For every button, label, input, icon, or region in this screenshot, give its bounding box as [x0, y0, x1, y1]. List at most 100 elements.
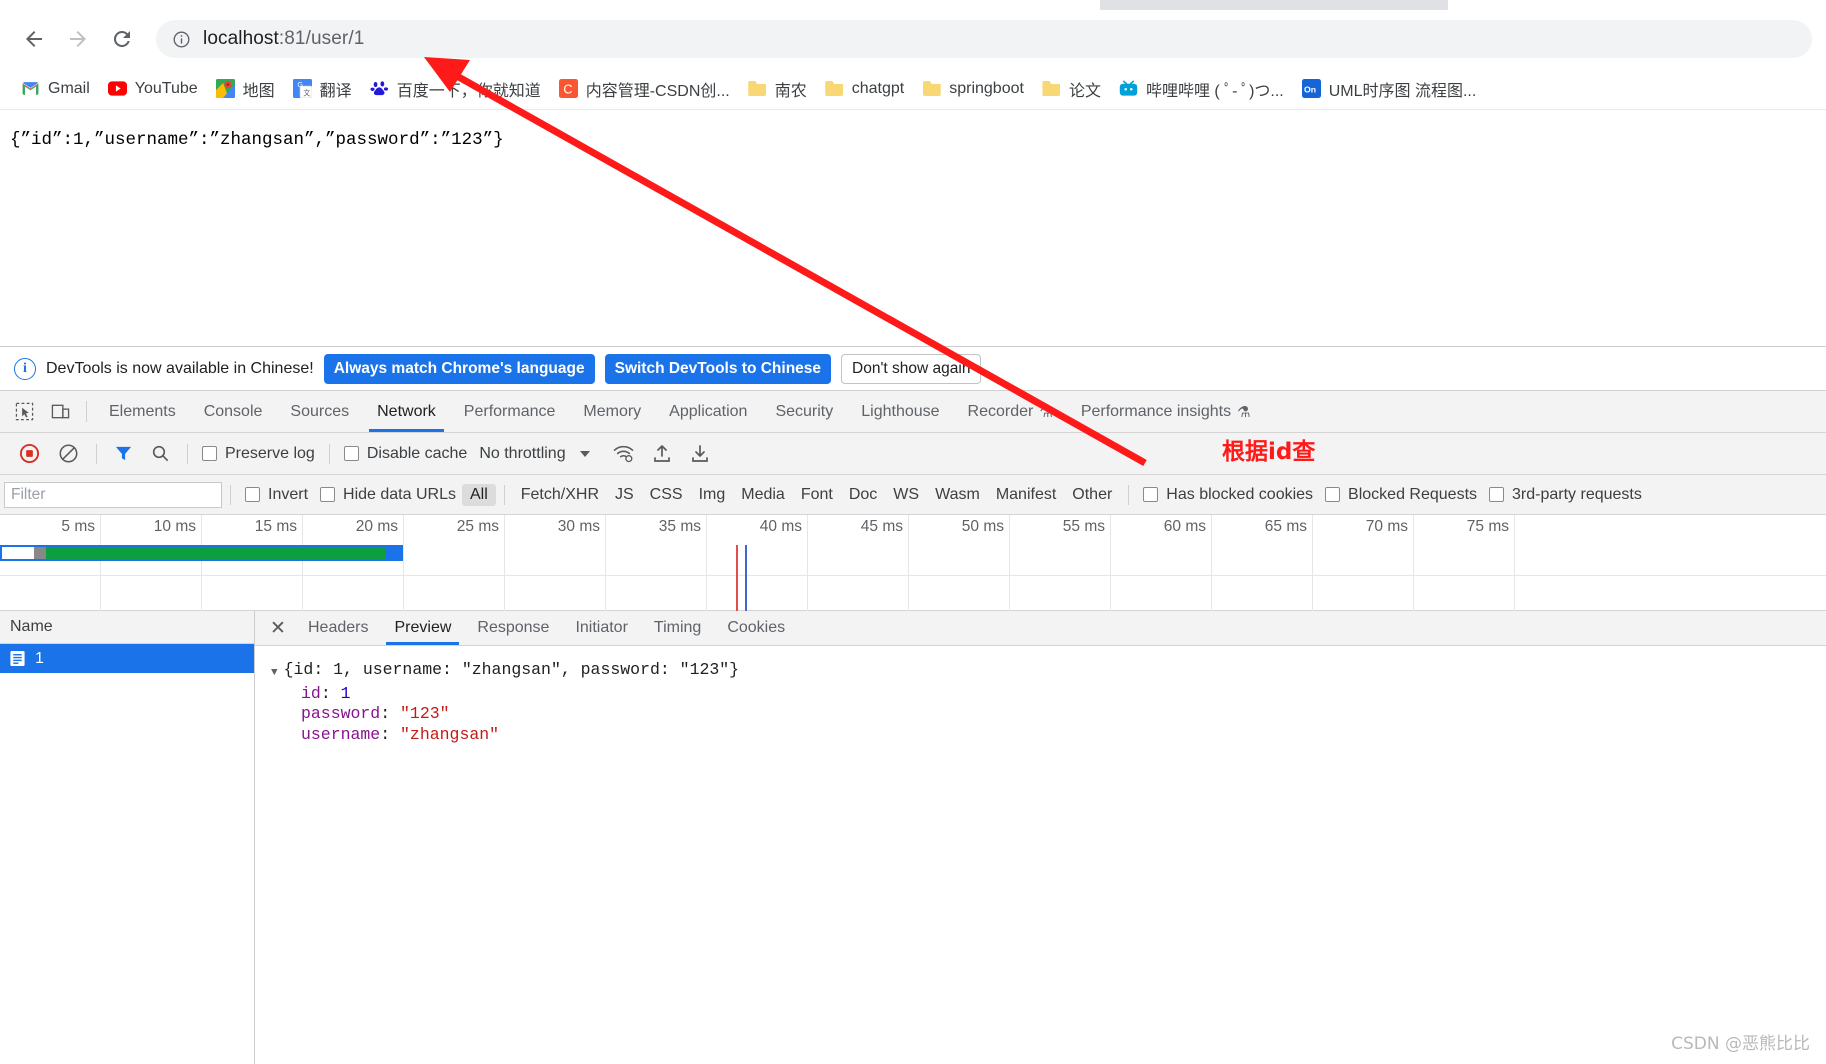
tab-label: Elements	[109, 402, 176, 420]
back-button[interactable]	[14, 19, 54, 59]
bookmark-folder-nannong[interactable]: 南农	[739, 74, 816, 104]
has-blocked-cookies-checkbox[interactable]: Has blocked cookies	[1137, 486, 1319, 504]
filter-type-font[interactable]: Font	[793, 484, 841, 506]
bookmark-gmail[interactable]: Gmail	[12, 74, 99, 104]
filter-type-css[interactable]: CSS	[642, 484, 691, 506]
timeline-tick-label: 55 ms	[1062, 518, 1105, 535]
experiment-flask-icon: ⚗	[1039, 403, 1053, 421]
dont-show-again-button[interactable]: Don't show again	[841, 353, 982, 384]
import-har-button[interactable]	[643, 444, 681, 464]
record-stop-button[interactable]	[10, 443, 49, 464]
search-button[interactable]	[142, 444, 179, 463]
bilibili-icon	[1119, 79, 1138, 98]
filter-type-ws[interactable]: WS	[885, 484, 927, 506]
filter-type-js[interactable]: JS	[607, 484, 642, 506]
network-conditions-button[interactable]	[604, 444, 643, 463]
tab-lighthouse[interactable]: Lighthouse	[847, 391, 953, 432]
tab-memory[interactable]: Memory	[569, 391, 655, 432]
detail-tab-timing[interactable]: Timing	[641, 611, 714, 645]
filter-input[interactable]	[4, 481, 222, 508]
blocked-requests-checkbox[interactable]: Blocked Requests	[1319, 486, 1483, 504]
folder-icon	[1042, 79, 1061, 98]
third-party-requests-checkbox[interactable]: 3rd-party requests	[1483, 486, 1648, 504]
tab-performance[interactable]: Performance	[450, 391, 570, 432]
detail-tab-response[interactable]: Response	[464, 611, 562, 645]
address-bar-text: localhost:81/user/1	[203, 28, 364, 50]
filterbar-divider	[230, 484, 231, 505]
bookmark-uml[interactable]: On UML时序图 流程图...	[1293, 74, 1486, 104]
detail-tab-cookies[interactable]: Cookies	[714, 611, 798, 645]
address-bar[interactable]: localhost:81/user/1	[156, 20, 1812, 58]
google-translate-icon: G文	[292, 79, 312, 98]
filter-type-all[interactable]: All	[461, 483, 496, 506]
detail-tab-preview[interactable]: Preview	[381, 611, 464, 645]
request-detail-tabs: ✕ Headers Preview Response Initiator Tim…	[255, 611, 1826, 646]
tab-console[interactable]: Console	[190, 391, 277, 432]
bookmark-maps[interactable]: 地图	[207, 74, 284, 104]
checkbox-label: Blocked Requests	[1348, 485, 1478, 503]
switch-devtools-to-chinese-button[interactable]: Switch DevTools to Chinese	[604, 353, 832, 384]
reload-button[interactable]	[102, 19, 142, 59]
always-match-language-button[interactable]: Always match Chrome's language	[323, 353, 595, 384]
on-icon: On	[1301, 79, 1321, 98]
network-overview-timeline[interactable]: 5 ms 10 ms 15 ms 20 ms 25 ms 30 ms 35 ms…	[0, 515, 1826, 611]
bookmark-bilibili[interactable]: 哔哩哔哩 ( ﾟ- ﾟ)つ...	[1110, 74, 1293, 104]
tab-label: Memory	[583, 402, 642, 420]
tab-sources[interactable]: Sources	[276, 391, 363, 432]
tab-elements[interactable]: Elements	[95, 391, 190, 432]
forward-button[interactable]	[58, 19, 98, 59]
json-tree-root[interactable]: ▼ {id: 1, username: "zhangsan", password:…	[271, 660, 1826, 684]
invert-checkbox[interactable]: Invert	[239, 486, 314, 504]
disable-cache-checkbox[interactable]: Disable cache	[338, 445, 474, 463]
filter-type-other[interactable]: Other	[1064, 484, 1120, 506]
experiment-flask-icon: ⚗	[1237, 403, 1251, 421]
bookmark-folder-lunwen[interactable]: 论文	[1033, 74, 1110, 104]
browser-tab-secondary[interactable]	[1448, 0, 1826, 10]
filter-type-doc[interactable]: Doc	[841, 484, 885, 506]
close-icon[interactable]: ✕	[261, 611, 295, 645]
json-value: "123"	[400, 704, 450, 723]
filter-type-media[interactable]: Media	[733, 484, 793, 506]
detail-tab-headers[interactable]: Headers	[295, 611, 381, 645]
filter-type-manifest[interactable]: Manifest	[988, 484, 1064, 506]
bookmark-youtube[interactable]: YouTube	[99, 74, 207, 104]
checkbox-label: Disable cache	[366, 444, 468, 462]
bookmark-baidu[interactable]: 百度一下，你就知道	[361, 74, 550, 104]
throttling-select[interactable]: No throttling	[473, 445, 565, 463]
export-har-button[interactable]	[681, 444, 719, 464]
url-path: :81/user/1	[278, 28, 365, 49]
baidu-icon	[370, 79, 389, 98]
devtools-language-notice: i DevTools is now available in Chinese! …	[0, 347, 1826, 391]
bookmark-csdn[interactable]: C 内容管理-CSDN创...	[550, 74, 739, 104]
table-row[interactable]: 1	[0, 644, 254, 673]
folder-icon	[922, 79, 941, 98]
toggle-device-toolbar-icon[interactable]	[42, 391, 78, 432]
site-info-icon[interactable]	[172, 30, 191, 49]
tab-application[interactable]: Application	[655, 391, 761, 432]
filter-type-wasm[interactable]: Wasm	[927, 484, 988, 506]
tab-network[interactable]: Network	[363, 391, 450, 432]
bookmark-translate[interactable]: G文 翻译	[284, 74, 361, 104]
bookmark-label: 地图	[242, 82, 275, 100]
bookmark-folder-chatgpt[interactable]: chatgpt	[816, 74, 913, 104]
tab-recorder[interactable]: Recorder ⚗	[954, 391, 1067, 432]
preserve-log-checkbox[interactable]: Preserve log	[196, 445, 321, 463]
request-list-header[interactable]: Name	[0, 611, 254, 644]
filter-type-fetch-xhr[interactable]: Fetch/XHR	[513, 484, 607, 506]
filter-type-img[interactable]: Img	[691, 484, 734, 506]
filter-toggle-button[interactable]	[105, 444, 142, 463]
svg-text:文: 文	[303, 89, 310, 98]
clear-button[interactable]	[49, 443, 88, 464]
browser-tab-active[interactable]	[0, 0, 1100, 10]
tab-label: Application	[669, 402, 748, 420]
page-viewport: {”id”:1,”username”:”zhangsan”,”password”…	[0, 110, 1826, 353]
tab-security[interactable]: Security	[761, 391, 847, 432]
timeline-dom-content-loaded-marker	[736, 545, 738, 611]
inspect-element-icon[interactable]	[6, 391, 42, 432]
detail-tab-initiator[interactable]: Initiator	[562, 611, 640, 645]
hide-data-urls-checkbox[interactable]: Hide data URLs	[314, 486, 462, 504]
tab-performance-insights[interactable]: Performance insights ⚗	[1067, 391, 1265, 432]
expand-triangle-icon[interactable]: ▼	[271, 660, 278, 684]
chevron-down-icon[interactable]	[579, 450, 590, 457]
bookmark-folder-springboot[interactable]: springboot	[913, 74, 1033, 104]
